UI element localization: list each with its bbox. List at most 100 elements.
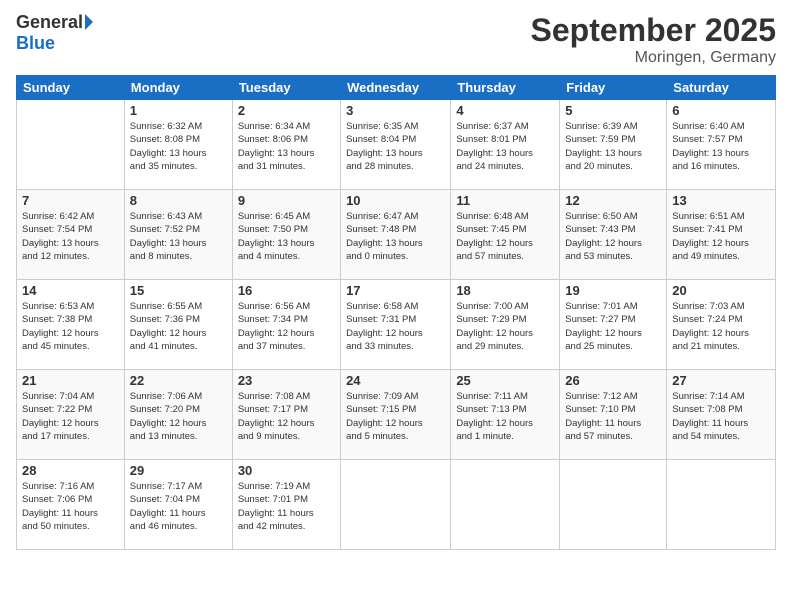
day-number: 23 xyxy=(238,373,335,388)
calendar-cell: 14 Sunrise: 6:53 AM Sunset: 7:38 PM Dayli… xyxy=(17,280,125,370)
calendar-cell: 23 Sunrise: 7:08 AM Sunset: 7:17 PM Dayli… xyxy=(232,370,340,460)
day-number: 22 xyxy=(130,373,227,388)
day-number: 16 xyxy=(238,283,335,298)
calendar-cell xyxy=(667,460,776,550)
calendar-week-row: 21 Sunrise: 7:04 AM Sunset: 7:22 PM Dayli… xyxy=(17,370,776,460)
calendar-cell: 9 Sunrise: 6:45 AM Sunset: 7:50 PM Daylig… xyxy=(232,190,340,280)
day-info: Sunrise: 6:48 AM Sunset: 7:45 PM Dayligh… xyxy=(456,210,554,263)
calendar: SundayMondayTuesdayWednesdayThursdayFrid… xyxy=(16,75,776,550)
day-number: 29 xyxy=(130,463,227,478)
day-info: Sunrise: 6:39 AM Sunset: 7:59 PM Dayligh… xyxy=(565,120,661,173)
day-info: Sunrise: 6:35 AM Sunset: 8:04 PM Dayligh… xyxy=(346,120,445,173)
logo: General Blue xyxy=(16,12,93,54)
calendar-header-thursday: Thursday xyxy=(451,76,560,100)
day-number: 27 xyxy=(672,373,770,388)
calendar-cell: 15Sunrise: 6:55 AM Sunset: 7:36 PM Dayli… xyxy=(124,280,232,370)
day-info: Sunrise: 7:19 AM Sunset: 7:01 PM Dayligh… xyxy=(238,480,335,533)
page: General Blue September 2025 Moringen, Ge… xyxy=(0,0,792,612)
day-number: 7 xyxy=(22,193,119,208)
day-number: 15 xyxy=(130,283,227,298)
day-info: Sunrise: 7:09 AM Sunset: 7:15 PM Dayligh… xyxy=(346,390,445,443)
logo-arrow-icon xyxy=(85,14,93,30)
day-number: 17 xyxy=(346,283,445,298)
day-number: 19 xyxy=(565,283,661,298)
day-info: Sunrise: 7:01 AM Sunset: 7:27 PM Dayligh… xyxy=(565,300,661,353)
calendar-cell: 24Sunrise: 7:09 AM Sunset: 7:15 PM Dayli… xyxy=(341,370,451,460)
calendar-cell: 12Sunrise: 6:50 AM Sunset: 7:43 PM Dayli… xyxy=(560,190,667,280)
day-info: Sunrise: 7:12 AM Sunset: 7:10 PM Dayligh… xyxy=(565,390,661,443)
calendar-header-sunday: Sunday xyxy=(17,76,125,100)
calendar-cell: 18Sunrise: 7:00 AM Sunset: 7:29 PM Dayli… xyxy=(451,280,560,370)
day-info: Sunrise: 6:34 AM Sunset: 8:06 PM Dayligh… xyxy=(238,120,335,173)
calendar-header-wednesday: Wednesday xyxy=(341,76,451,100)
calendar-header-monday: Monday xyxy=(124,76,232,100)
calendar-cell: 7 Sunrise: 6:42 AM Sunset: 7:54 PM Daylig… xyxy=(17,190,125,280)
logo-general-text: General xyxy=(16,12,83,33)
day-info: Sunrise: 7:04 AM Sunset: 7:22 PM Dayligh… xyxy=(22,390,119,443)
calendar-cell xyxy=(341,460,451,550)
day-number: 9 xyxy=(238,193,335,208)
calendar-header-row: SundayMondayTuesdayWednesdayThursdayFrid… xyxy=(17,76,776,100)
day-info: Sunrise: 6:40 AM Sunset: 7:57 PM Dayligh… xyxy=(672,120,770,173)
day-number: 11 xyxy=(456,193,554,208)
calendar-cell: 6Sunrise: 6:40 AM Sunset: 7:57 PM Daylig… xyxy=(667,100,776,190)
calendar-header-tuesday: Tuesday xyxy=(232,76,340,100)
calendar-cell: 4 Sunrise: 6:37 AM Sunset: 8:01 PM Daylig… xyxy=(451,100,560,190)
day-number: 21 xyxy=(22,373,119,388)
day-number: 4 xyxy=(456,103,554,118)
calendar-week-row: 7 Sunrise: 6:42 AM Sunset: 7:54 PM Daylig… xyxy=(17,190,776,280)
day-number: 14 xyxy=(22,283,119,298)
day-info: Sunrise: 6:50 AM Sunset: 7:43 PM Dayligh… xyxy=(565,210,661,263)
logo-blue-text: Blue xyxy=(16,33,55,54)
calendar-cell: 1 Sunrise: 6:32 AM Sunset: 8:08 PM Daylig… xyxy=(124,100,232,190)
day-number: 5 xyxy=(565,103,661,118)
calendar-cell: 29 Sunrise: 7:17 AM Sunset: 7:04 PM Dayli… xyxy=(124,460,232,550)
day-info: Sunrise: 7:11 AM Sunset: 7:13 PM Dayligh… xyxy=(456,390,554,443)
day-info: Sunrise: 7:06 AM Sunset: 7:20 PM Dayligh… xyxy=(130,390,227,443)
calendar-cell: 28 Sunrise: 7:16 AM Sunset: 7:06 PM Dayli… xyxy=(17,460,125,550)
month-title: September 2025 xyxy=(531,12,776,49)
calendar-cell: 8 Sunrise: 6:43 AM Sunset: 7:52 PM Daylig… xyxy=(124,190,232,280)
calendar-cell: 21 Sunrise: 7:04 AM Sunset: 7:22 PM Dayli… xyxy=(17,370,125,460)
calendar-cell: 11 Sunrise: 6:48 AM Sunset: 7:45 PM Dayli… xyxy=(451,190,560,280)
day-number: 28 xyxy=(22,463,119,478)
day-number: 26 xyxy=(565,373,661,388)
day-info: Sunrise: 6:42 AM Sunset: 7:54 PM Dayligh… xyxy=(22,210,119,263)
day-info: Sunrise: 7:08 AM Sunset: 7:17 PM Dayligh… xyxy=(238,390,335,443)
calendar-cell: 2 Sunrise: 6:34 AM Sunset: 8:06 PM Daylig… xyxy=(232,100,340,190)
day-info: Sunrise: 6:53 AM Sunset: 7:38 PM Dayligh… xyxy=(22,300,119,353)
day-info: Sunrise: 7:16 AM Sunset: 7:06 PM Dayligh… xyxy=(22,480,119,533)
day-number: 2 xyxy=(238,103,335,118)
calendar-week-row: 14 Sunrise: 6:53 AM Sunset: 7:38 PM Dayli… xyxy=(17,280,776,370)
calendar-header-saturday: Saturday xyxy=(667,76,776,100)
day-info: Sunrise: 6:43 AM Sunset: 7:52 PM Dayligh… xyxy=(130,210,227,263)
day-info: Sunrise: 7:17 AM Sunset: 7:04 PM Dayligh… xyxy=(130,480,227,533)
day-info: Sunrise: 6:51 AM Sunset: 7:41 PM Dayligh… xyxy=(672,210,770,263)
day-number: 20 xyxy=(672,283,770,298)
calendar-cell: 26 Sunrise: 7:12 AM Sunset: 7:10 PM Dayli… xyxy=(560,370,667,460)
calendar-cell: 5 Sunrise: 6:39 AM Sunset: 7:59 PM Daylig… xyxy=(560,100,667,190)
calendar-header-friday: Friday xyxy=(560,76,667,100)
day-number: 1 xyxy=(130,103,227,118)
day-info: Sunrise: 6:47 AM Sunset: 7:48 PM Dayligh… xyxy=(346,210,445,263)
day-number: 18 xyxy=(456,283,554,298)
calendar-cell: 20Sunrise: 7:03 AM Sunset: 7:24 PM Dayli… xyxy=(667,280,776,370)
calendar-cell xyxy=(560,460,667,550)
day-info: Sunrise: 7:14 AM Sunset: 7:08 PM Dayligh… xyxy=(672,390,770,443)
day-number: 13 xyxy=(672,193,770,208)
day-info: Sunrise: 6:45 AM Sunset: 7:50 PM Dayligh… xyxy=(238,210,335,263)
calendar-cell: 13 Sunrise: 6:51 AM Sunset: 7:41 PM Dayli… xyxy=(667,190,776,280)
day-number: 30 xyxy=(238,463,335,478)
day-number: 3 xyxy=(346,103,445,118)
calendar-cell: 16Sunrise: 6:56 AM Sunset: 7:34 PM Dayli… xyxy=(232,280,340,370)
day-number: 8 xyxy=(130,193,227,208)
title-section: September 2025 Moringen, Germany xyxy=(531,12,776,67)
calendar-cell: 30 Sunrise: 7:19 AM Sunset: 7:01 PM Dayli… xyxy=(232,460,340,550)
calendar-cell xyxy=(17,100,125,190)
day-info: Sunrise: 6:32 AM Sunset: 8:08 PM Dayligh… xyxy=(130,120,227,173)
calendar-cell xyxy=(451,460,560,550)
header: General Blue September 2025 Moringen, Ge… xyxy=(16,12,776,67)
day-info: Sunrise: 6:37 AM Sunset: 8:01 PM Dayligh… xyxy=(456,120,554,173)
calendar-cell: 19 Sunrise: 7:01 AM Sunset: 7:27 PM Dayli… xyxy=(560,280,667,370)
location: Moringen, Germany xyxy=(531,49,776,67)
